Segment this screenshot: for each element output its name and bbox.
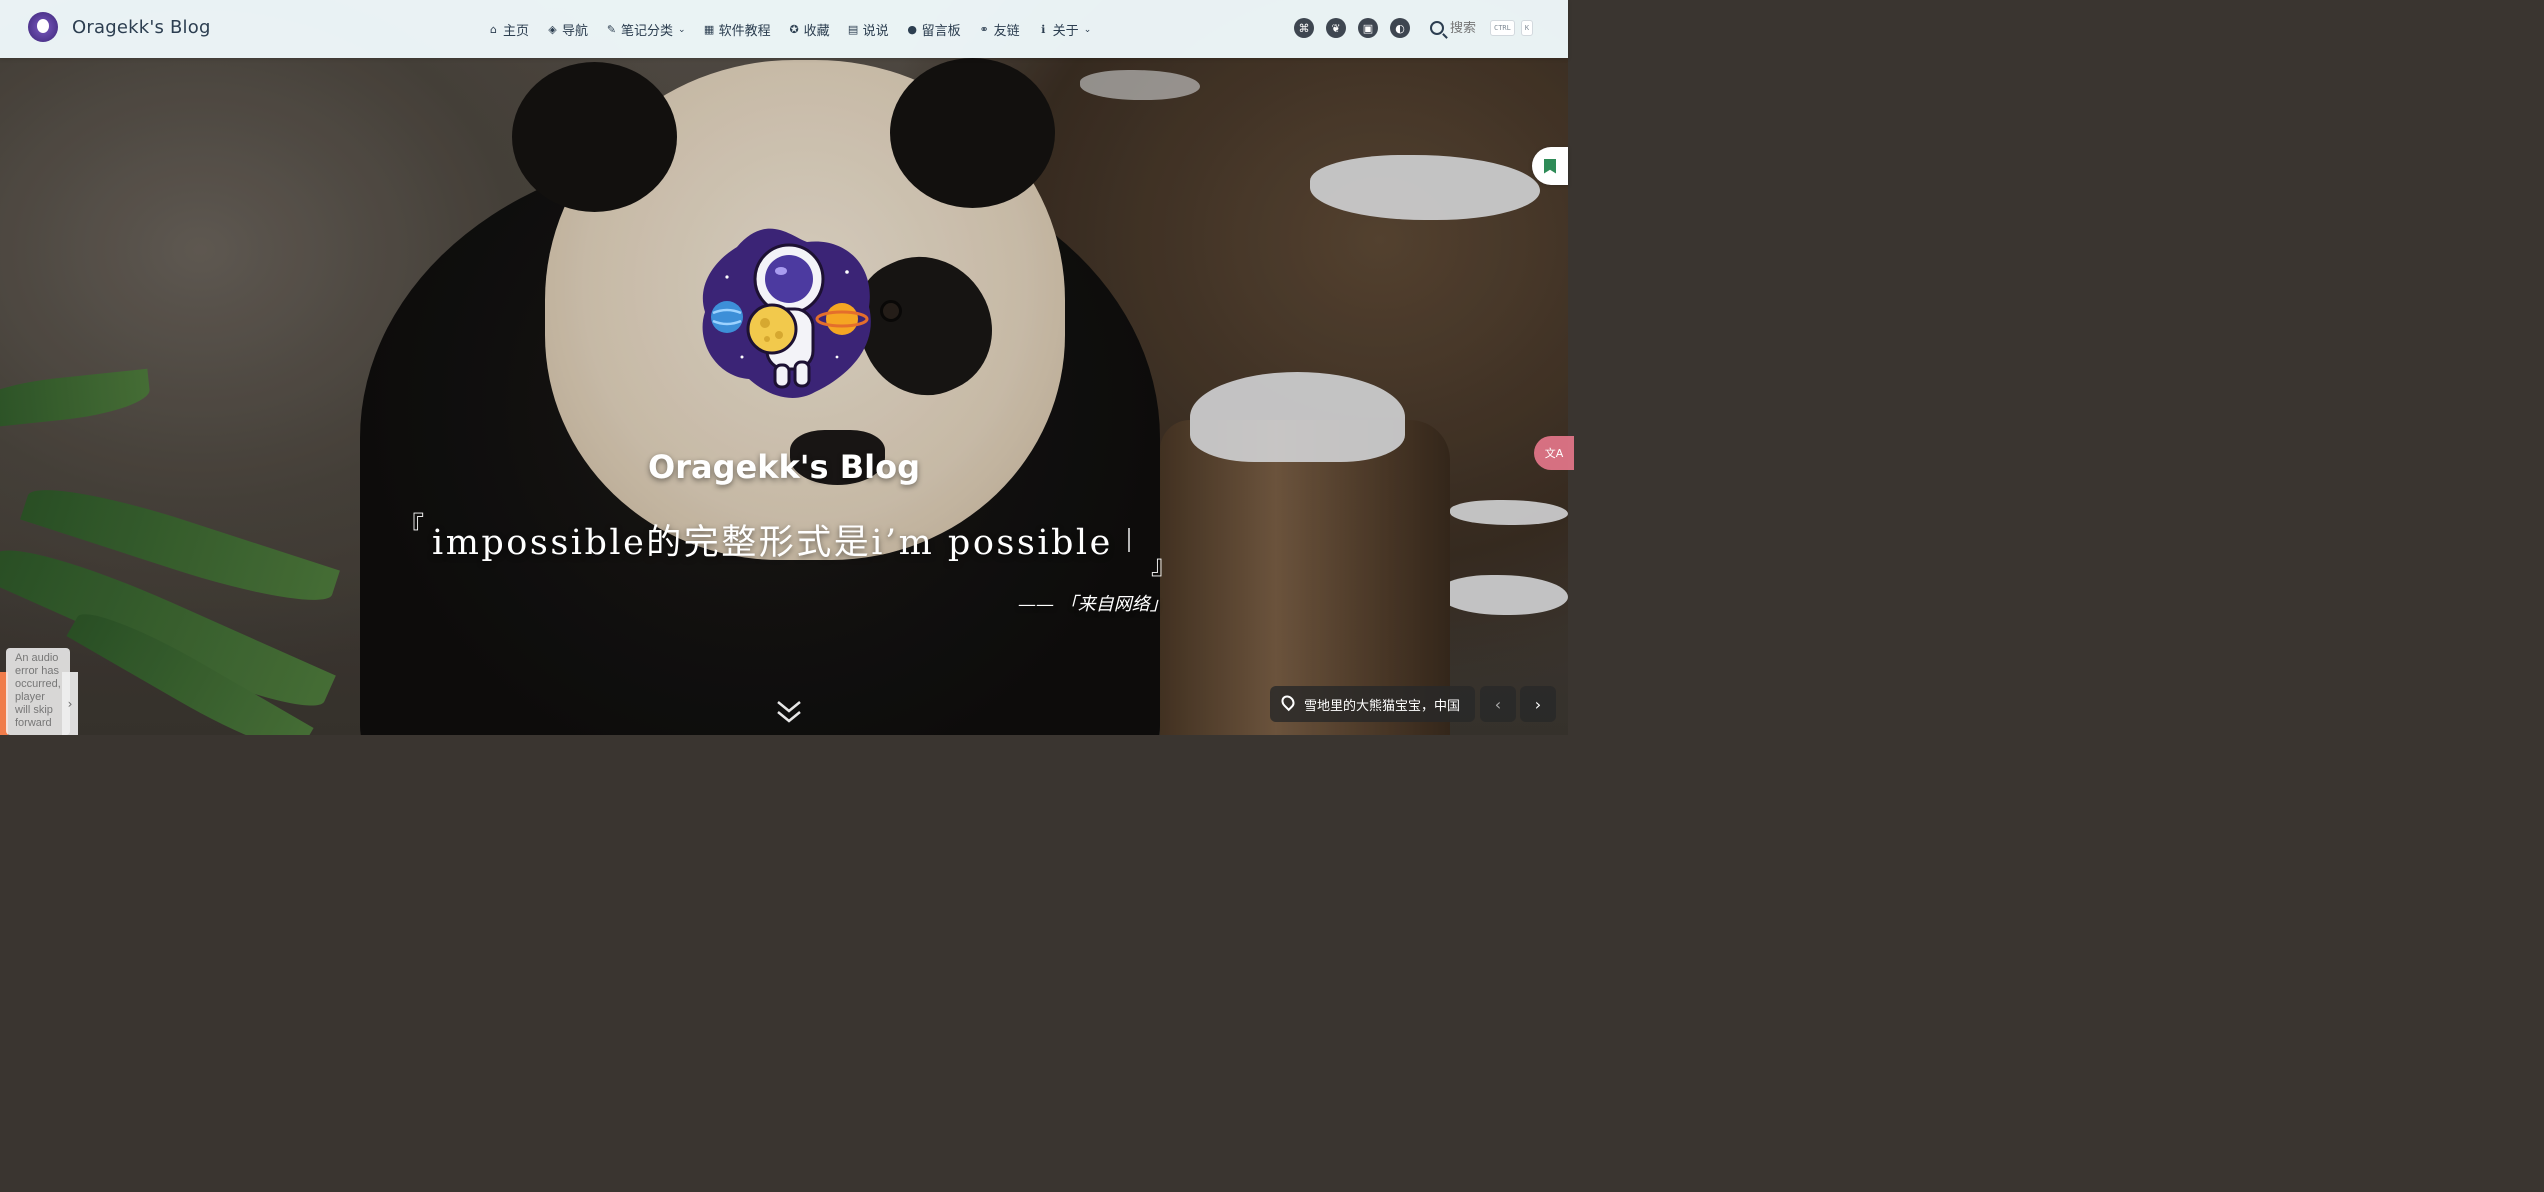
menu-item-label: 软件教程 — [718, 24, 771, 39]
hero-quote: impossible的完整形式是i’m possible — [432, 523, 1113, 563]
menu-item-guestbook[interactable]: ● 留言板 — [907, 20, 961, 39]
chevron-right-icon: › — [67, 696, 73, 711]
search-icon — [1430, 21, 1444, 35]
scroll-down-chevron-icon[interactable] — [774, 698, 804, 726]
top-navbar: Oragekk's Blog ⌂ 主页 ◈ 导航 ✎ 笔记分类 ⌄ ▦ 软件教程… — [0, 0, 1568, 58]
home-icon: ⌂ — [490, 23, 497, 36]
shortcut-k-key: K — [1520, 20, 1534, 36]
navbar-tools: ⌘ ❦ ▣ ◐ CTRL K — [1294, 18, 1534, 38]
chevron-right-icon: › — [1534, 694, 1542, 714]
star-icon: ✪ — [789, 23, 799, 36]
edit-icon: ✎ — [606, 23, 617, 36]
bookmark-icon — [1544, 158, 1556, 174]
card-icon: ▤ — [847, 23, 859, 36]
shortcut-ctrl-key: CTRL — [1490, 20, 1515, 36]
translate-button[interactable]: 文A — [1534, 436, 1574, 470]
info-icon: ℹ — [1041, 23, 1046, 36]
hero-title: Oragekk's Blog — [648, 448, 920, 486]
chevron-down-icon: ⌄ — [678, 24, 686, 35]
next-image-button[interactable]: › — [1520, 686, 1556, 722]
search-input[interactable] — [1450, 20, 1484, 36]
location-pin-icon — [1278, 692, 1298, 712]
audio-error-message: An audio error has occurred, player will… — [6, 648, 70, 735]
menu-item-notes[interactable]: ✎ 笔记分类 ⌄ — [606, 20, 686, 39]
brand-link[interactable]: Oragekk's Blog — [28, 12, 211, 42]
astronaut-avatar-icon[interactable] — [697, 217, 873, 400]
chevron-down-icon: ⌄ — [1083, 24, 1092, 35]
menu-item-label: 留言板 — [921, 24, 961, 39]
main-menu: ⌂ 主页 ◈ 导航 ✎ 笔记分类 ⌄ ▦ 软件教程 ✪ 收藏 ▤ 说说 ● 留言… — [488, 20, 1091, 39]
location-text: 雪地里的大熊猫宝宝，中国 — [1304, 698, 1461, 714]
menu-item-home[interactable]: ⌂ 主页 — [488, 20, 529, 39]
prev-image-button[interactable]: ‹ — [1480, 686, 1516, 722]
menu-item-label: 收藏 — [803, 24, 830, 39]
menu-item-label: 主页 — [503, 24, 530, 39]
train-icon[interactable]: ▣ — [1358, 18, 1378, 38]
app-icon: ▦ — [703, 23, 715, 36]
comment-icon: ● — [907, 23, 917, 36]
menu-item-label: 笔记分类 — [621, 24, 674, 39]
menu-item-friends[interactable]: ⚭ 友链 — [979, 20, 1020, 39]
menu-item-tutorials[interactable]: ▦ 软件教程 — [704, 20, 771, 39]
brand-name: Oragekk's Blog — [72, 16, 211, 38]
github-icon[interactable]: ⌘ — [1294, 18, 1314, 38]
menu-item-about[interactable]: ℹ 关于 ⌄ — [1038, 20, 1092, 39]
leaf-icon[interactable]: ❦ — [1326, 18, 1346, 38]
menu-item-label: 说说 — [862, 24, 889, 39]
menu-item-label: 友链 — [993, 24, 1020, 39]
quote-close-mark: 』 — [1151, 551, 1178, 581]
menu-item-label: 关于 — [1052, 24, 1079, 39]
chevron-left-icon: ‹ — [1494, 694, 1502, 714]
theme-icon[interactable]: ◐ — [1390, 18, 1410, 38]
side-bookmark-button[interactable] — [1532, 147, 1568, 185]
menu-item-navigation[interactable]: ◈ 导航 — [547, 20, 588, 39]
search-box[interactable]: CTRL K — [1430, 20, 1534, 36]
compass-icon: ◈ — [548, 23, 557, 36]
quote-open-mark: 『 — [398, 512, 425, 542]
menu-item-label: 导航 — [562, 24, 589, 39]
link-icon: ⚭ — [979, 23, 989, 36]
astronaut-logo-icon — [28, 12, 58, 42]
menu-item-favorites[interactable]: ✪ 收藏 — [789, 20, 830, 39]
photo-location: 雪地里的大熊猫宝宝，中国 — [1270, 686, 1475, 722]
player-toggle-button[interactable]: › — [62, 672, 78, 735]
quote-source: —— 「来自网络」 — [1018, 594, 1168, 615]
translate-icon: 文A — [1544, 447, 1564, 460]
menu-item-moments[interactable]: ▤ 说说 — [848, 20, 889, 39]
typing-cursor — [1128, 528, 1130, 552]
